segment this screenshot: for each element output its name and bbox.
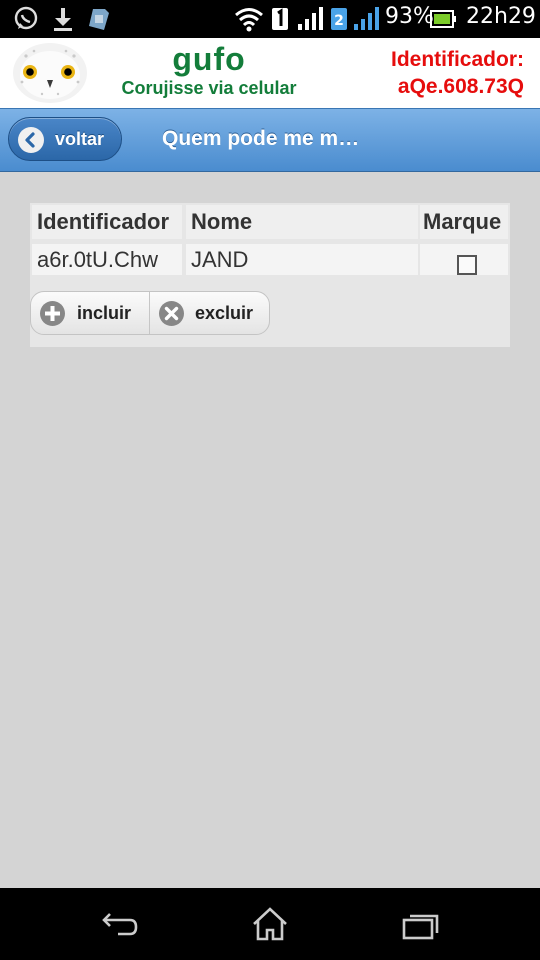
- back-button[interactable]: voltar: [8, 117, 122, 161]
- signal-icon: [352, 5, 380, 33]
- include-button-label: incluir: [77, 303, 132, 323]
- app-header: gufo Corujisse via celular Identificador…: [0, 38, 540, 108]
- column-header-nome: Nome: [186, 205, 418, 239]
- include-button[interactable]: incluir: [31, 292, 149, 334]
- brand-tagline: Corujisse via celular: [121, 78, 297, 98]
- exclude-button-label: excluir: [195, 303, 254, 323]
- signal-icon: [296, 5, 324, 33]
- column-header-identificador: Identificador: [32, 205, 182, 239]
- cell-nome: JAND: [186, 244, 418, 275]
- identifier-value: aQe.608.73Q: [397, 75, 524, 98]
- chevron-left-icon: [18, 127, 44, 153]
- status-bar: 2 93% 22h29: [0, 0, 540, 38]
- system-navigation-bar: [0, 888, 540, 960]
- permissions-panel: Identificador Nome Marque a6r.0tU.Chw JA…: [30, 203, 510, 347]
- user-identifier: Identificador: aQe.608.73Q: [391, 46, 524, 100]
- back-button-label: voltar: [55, 129, 105, 149]
- back-icon[interactable]: [96, 904, 146, 944]
- sim1-badge-icon: [271, 5, 289, 33]
- brand-name: gufo: [172, 41, 246, 77]
- clock: 22h29: [466, 4, 536, 29]
- battery-percent: 93%: [385, 4, 434, 29]
- wifi-icon: [234, 5, 264, 33]
- download-icon: [50, 5, 76, 33]
- sim2-label: 2: [334, 13, 344, 29]
- column-header-marque: Marque: [420, 205, 508, 239]
- page-navbar: voltar Quem pode me m…: [0, 108, 540, 172]
- x-circle-icon: [159, 301, 184, 326]
- owl-logo: [12, 42, 88, 104]
- identifier-label: Identificador:: [390, 48, 524, 71]
- home-icon[interactable]: [245, 904, 295, 944]
- brand: gufo Corujisse via celular: [100, 40, 318, 98]
- exclude-button[interactable]: excluir: [150, 292, 270, 334]
- plus-circle-icon: [40, 301, 65, 326]
- sim2-badge-icon: 2: [330, 5, 348, 33]
- recent-apps-icon[interactable]: [396, 904, 446, 944]
- action-buttons: incluir excluir: [30, 291, 270, 335]
- page-title: Quem pode me m…: [162, 127, 360, 150]
- sim-card-icon: [86, 5, 112, 33]
- battery-icon: [430, 5, 456, 33]
- cell-identificador: a6r.0tU.Chw: [32, 244, 182, 275]
- whatsapp-icon: [12, 5, 40, 33]
- row-select-checkbox[interactable]: [457, 255, 477, 275]
